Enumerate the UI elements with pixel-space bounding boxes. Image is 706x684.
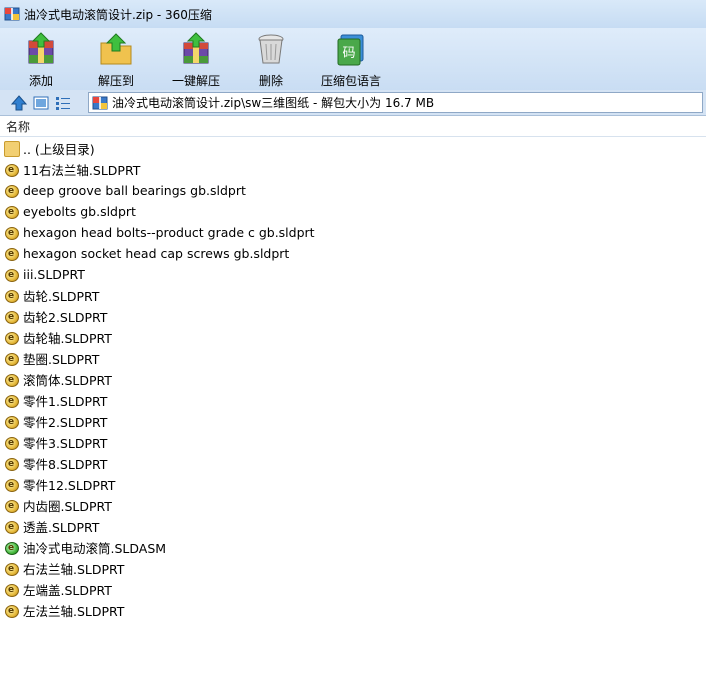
part-file-icon: e — [4, 435, 20, 451]
part-file-icon: e — [4, 582, 20, 598]
file-name: hexagon socket head cap screws gb.sldprt — [23, 246, 290, 261]
list-item[interactable]: e 左法兰轴.SLDPRT — [0, 600, 706, 621]
list-item[interactable]: e 齿轮轴.SLDPRT — [0, 327, 706, 348]
part-file-icon: e — [4, 519, 20, 535]
file-name: 零件8.SLDPRT — [23, 457, 108, 472]
delete-trash-icon — [253, 31, 289, 67]
list-item[interactable]: e 零件8.SLDPRT — [0, 453, 706, 474]
file-name: hexagon head bolts--product grade c gb.s… — [23, 225, 315, 240]
delete-button[interactable]: 删除 — [236, 28, 306, 90]
extract-to-label: 解压到 — [97, 74, 134, 88]
list-item[interactable]: e 左端盖.SLDPRT — [0, 579, 706, 600]
one-click-extract-button[interactable]: 一键解压 — [156, 28, 236, 90]
list-item[interactable]: e 11右法兰轴.SLDPRT — [0, 159, 706, 180]
extract-to-button[interactable]: 解压到 — [76, 28, 156, 90]
title-bar: 油冷式电动滚筒设计.zip - 360压缩 — [0, 0, 706, 28]
list-item[interactable]: e 滚筒体.SLDPRT — [0, 369, 706, 390]
part-file-icon: e — [4, 393, 20, 409]
file-name: 11右法兰轴.SLDPRT — [23, 163, 141, 178]
file-name: iii.SLDPRT — [23, 267, 85, 282]
one-click-extract-label: 一键解压 — [171, 74, 220, 88]
file-name: 齿轮.SLDPRT — [23, 289, 100, 304]
address-bar[interactable]: 油冷式电动滚筒设计.zip\sw三维图纸 - 解包大小为 16.7 MB — [88, 92, 703, 113]
part-file-icon: e — [4, 603, 20, 619]
file-name: 零件3.SLDPRT — [23, 436, 108, 451]
list-item[interactable]: e 零件1.SLDPRT — [0, 390, 706, 411]
archive-language-icon: 码 — [333, 31, 369, 67]
list-item[interactable]: e 零件2.SLDPRT — [0, 411, 706, 432]
file-name: 零件12.SLDPRT — [23, 478, 116, 493]
folder-icon — [4, 140, 20, 157]
part-file-icon: e — [4, 309, 20, 325]
file-name: 左法兰轴.SLDPRT — [23, 604, 125, 619]
list-item[interactable]: e 油冷式电动滚筒.SLDASM — [0, 537, 706, 558]
part-file-icon: e — [4, 267, 20, 283]
part-file-icon: e — [4, 288, 20, 304]
file-name: 滚筒体.SLDPRT — [23, 373, 112, 388]
list-item[interactable]: e deep groove ball bearings gb.sldprt — [0, 180, 706, 201]
column-header-name[interactable]: 名称 — [0, 117, 706, 137]
part-file-icon: e — [4, 372, 20, 388]
file-name: 垫圈.SLDPRT — [23, 352, 100, 367]
file-name: 透盖.SLDPRT — [23, 520, 100, 535]
archive-language-button[interactable]: 码 压缩包语言 — [306, 28, 396, 90]
file-name: 油冷式电动滚筒.SLDASM — [23, 541, 167, 556]
file-name: 左端盖.SLDPRT — [23, 583, 112, 598]
list-item[interactable]: e 内齿圈.SLDPRT — [0, 495, 706, 516]
list-item[interactable]: e 透盖.SLDPRT — [0, 516, 706, 537]
archive-app-icon — [92, 95, 108, 111]
part-file-icon: e — [4, 183, 20, 199]
one-click-extract-icon — [178, 31, 214, 67]
part-file-icon: e — [4, 351, 20, 367]
list-item[interactable]: e 齿轮.SLDPRT — [0, 285, 706, 306]
file-name: 零件1.SLDPRT — [23, 394, 108, 409]
toolbar: 添加 解压到 一键解压 删除 码 压缩包语言 — [0, 28, 706, 90]
file-name: 右法兰轴.SLDPRT — [23, 562, 125, 577]
svg-text:码: 码 — [342, 46, 355, 61]
window-title: 油冷式电动滚筒设计.zip - 360压缩 — [24, 7, 212, 22]
file-name: .. (上级目录) — [23, 142, 95, 157]
list-item[interactable]: e hexagon socket head cap screws gb.sldpr… — [0, 243, 706, 264]
list-item[interactable]: e 垫圈.SLDPRT — [0, 348, 706, 369]
archive-app-icon — [4, 6, 20, 22]
file-name: 齿轮轴.SLDPRT — [23, 331, 112, 346]
part-file-icon: e — [4, 246, 20, 262]
list-item[interactable]: e iii.SLDPRT — [0, 264, 706, 285]
list-item[interactable]: e 零件12.SLDPRT — [0, 474, 706, 495]
list-item[interactable]: e 齿轮2.SLDPRT — [0, 306, 706, 327]
file-list: .. (上级目录) e 11右法兰轴.SLDPRT e deep groove ball… — [0, 138, 706, 621]
list-item[interactable]: e eyebolts gb.sldprt — [0, 201, 706, 222]
part-file-icon: e — [4, 456, 20, 472]
extract-to-icon — [98, 31, 134, 67]
list-item[interactable]: e 零件3.SLDPRT — [0, 432, 706, 453]
file-name: 零件2.SLDPRT — [23, 415, 108, 430]
add-button-label: 添加 — [28, 74, 53, 88]
column-header-label: 名称 — [6, 120, 31, 134]
part-file-icon: e — [4, 225, 20, 241]
list-item[interactable]: e 右法兰轴.SLDPRT — [0, 558, 706, 579]
list-item[interactable]: e hexagon head bolts--product grade c gb.… — [0, 222, 706, 243]
file-name: deep groove ball bearings gb.sldprt — [23, 183, 246, 198]
address-path: 油冷式电动滚筒设计.zip\sw三维图纸 - 解包大小为 16.7 MB — [112, 96, 435, 110]
file-name: eyebolts gb.sldprt — [23, 204, 136, 219]
delete-label: 删除 — [258, 74, 283, 88]
file-name: 齿轮2.SLDPRT — [23, 310, 108, 325]
file-name: 内齿圈.SLDPRT — [23, 499, 112, 514]
part-file-icon: e — [4, 498, 20, 514]
list-view-icon[interactable] — [52, 92, 74, 114]
part-file-icon: e — [4, 477, 20, 493]
archive-language-label: 压缩包语言 — [320, 74, 381, 88]
thumbnail-view-icon[interactable] — [30, 92, 52, 114]
part-file-icon: e — [4, 414, 20, 430]
part-file-icon: e — [4, 561, 20, 577]
part-file-icon: e — [4, 162, 20, 178]
part-file-icon: e — [4, 204, 20, 220]
up-arrow-icon[interactable] — [8, 92, 30, 114]
add-archive-icon — [23, 31, 59, 67]
list-item[interactable]: .. (上级目录) — [0, 138, 706, 159]
assembly-file-icon: e — [4, 540, 20, 556]
part-file-icon: e — [4, 330, 20, 346]
navigation-bar: 油冷式电动滚筒设计.zip\sw三维图纸 - 解包大小为 16.7 MB — [0, 90, 706, 116]
add-button[interactable]: 添加 — [6, 28, 76, 90]
